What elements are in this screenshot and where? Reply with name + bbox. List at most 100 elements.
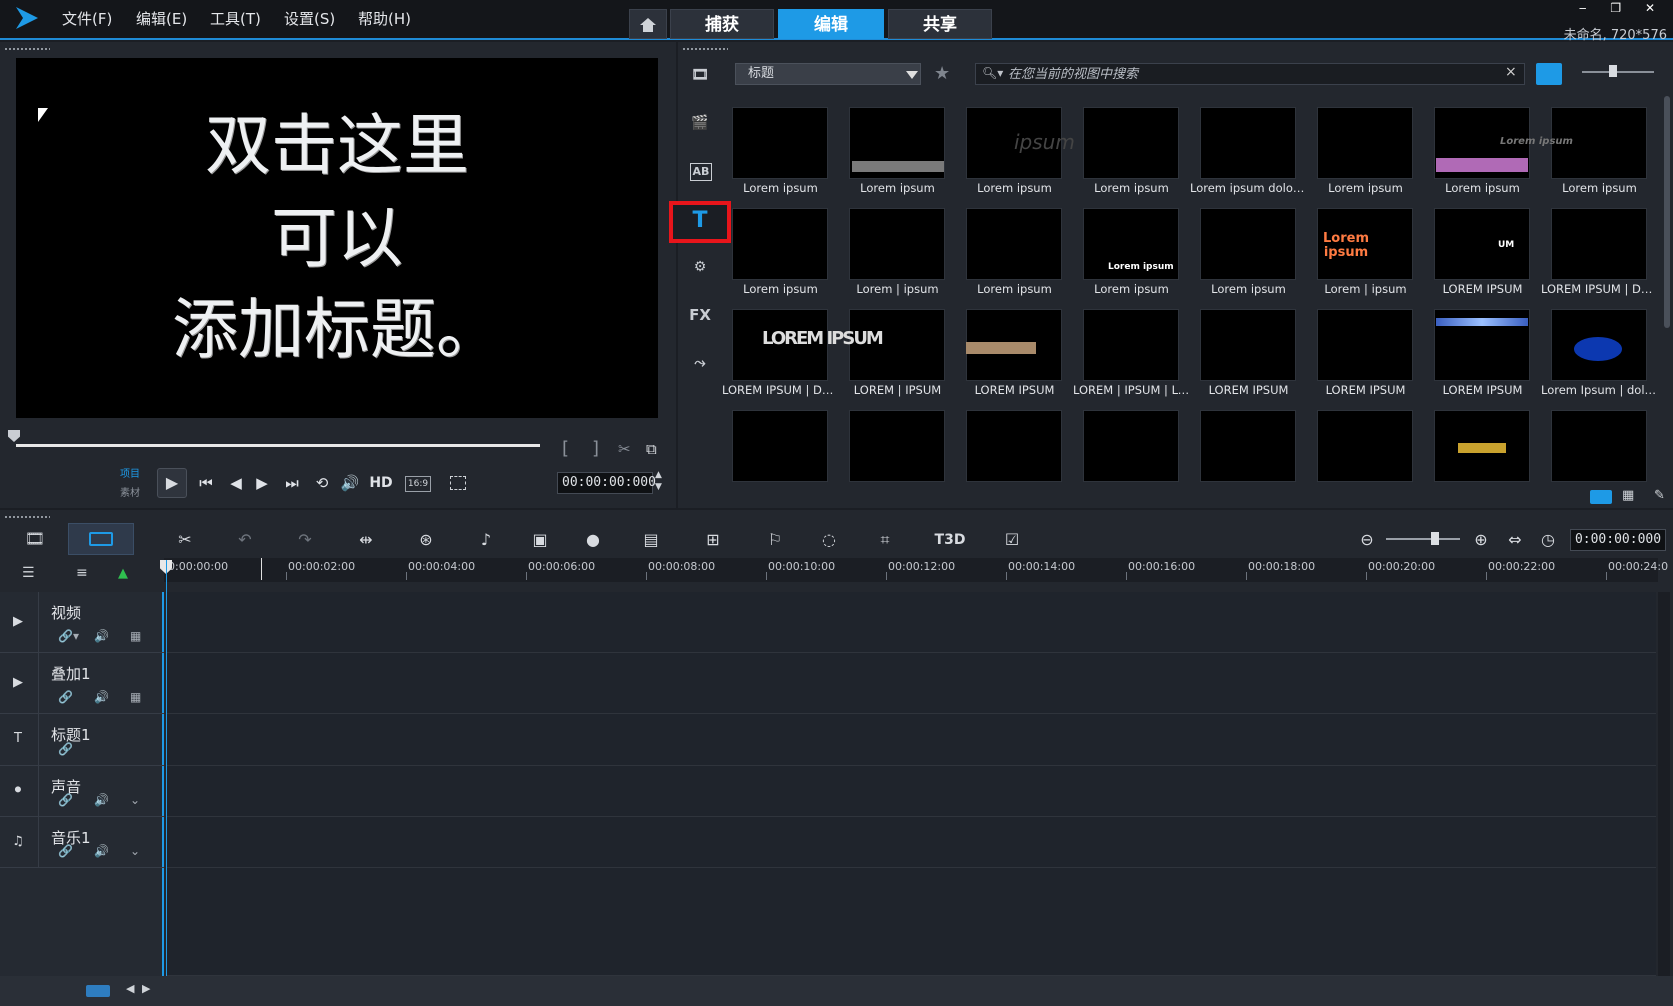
playhead-line[interactable] <box>166 560 167 976</box>
volume-icon[interactable]: 🔊 <box>94 793 109 807</box>
title-thumbnail[interactable] <box>1317 410 1413 482</box>
hd-button[interactable]: HD <box>366 472 396 494</box>
enlarge-preview-icon[interactable]: ⧉ <box>646 440 657 458</box>
menu-tools[interactable]: 工具(T) <box>210 8 261 29</box>
record-capture-button[interactable]: ⊛ <box>411 527 441 553</box>
link-icon[interactable]: 🔗 <box>58 690 73 704</box>
scroll-right-icon[interactable]: ▶ <box>142 982 150 995</box>
volume-icon[interactable]: 🔊 <box>94 629 109 643</box>
volume-icon[interactable]: 🔊 <box>94 690 109 704</box>
title-thumbnail[interactable] <box>966 410 1062 482</box>
title-thumbnail[interactable] <box>1317 309 1413 381</box>
grid-view-icon[interactable]: ▦ <box>1622 488 1634 503</box>
play-button[interactable]: ▶ <box>157 468 187 498</box>
title-thumbnail[interactable] <box>1200 208 1296 280</box>
timeline-view-button[interactable] <box>68 523 134 555</box>
thumbnail-size-knob[interactable] <box>1609 65 1617 77</box>
track-name[interactable]: 叠加1 <box>51 663 91 684</box>
aspect-ratio-button[interactable]: 16:9 <box>405 476 431 492</box>
track-name[interactable]: 视频 <box>51 602 81 623</box>
mute-toggle-icon[interactable]: ⌄ <box>130 844 140 858</box>
title-thumbnail[interactable] <box>732 107 828 179</box>
link-icon[interactable]: 🔗 <box>58 793 73 807</box>
timeline-grip[interactable] <box>4 515 50 519</box>
clear-search-icon[interactable]: × <box>1505 64 1517 80</box>
title-thumbnail[interactable] <box>1083 309 1179 381</box>
blend-button[interactable]: ● <box>578 527 608 553</box>
subtitle-button[interactable]: ▤ <box>636 527 666 553</box>
undo-button[interactable]: ↶ <box>230 527 260 553</box>
graphics-icon[interactable]: ⚙ <box>686 254 714 280</box>
link-icon[interactable]: 🔗 <box>58 742 73 756</box>
search-input[interactable] <box>1008 64 1498 84</box>
window-controls[interactable]: ‒ ❐ ✕ <box>1579 1 1665 15</box>
mute-toggle-icon[interactable]: ▦ <box>130 690 141 704</box>
project-mode-label[interactable]: 项目 <box>120 465 140 480</box>
tab-capture[interactable]: 捕获 <box>670 9 774 39</box>
storyboard-view-button[interactable]: 🎞 <box>18 526 52 552</box>
track-lane[interactable] <box>166 592 1656 653</box>
title-thumbnail[interactable] <box>1551 208 1647 280</box>
track-lane[interactable] <box>166 817 1656 868</box>
next-frame-button[interactable]: ▶ <box>250 472 274 494</box>
thumbnail-view-icon[interactable] <box>1590 490 1612 504</box>
edit-icon[interactable]: ✎ <box>1654 488 1665 503</box>
repeat-button[interactable]: ⟲ <box>310 472 334 494</box>
add-marker-icon[interactable]: ▲ <box>118 566 128 581</box>
library-grip[interactable] <box>682 47 728 51</box>
tab-share[interactable]: 共享 <box>888 9 992 39</box>
fit-timeline-icon[interactable]: ⇔ <box>1500 527 1530 553</box>
link-icon[interactable]: 🔗▾ <box>58 629 79 643</box>
volume-icon[interactable]: 🔊 <box>94 844 109 858</box>
track-lane[interactable] <box>166 714 1656 766</box>
multi-camera-button[interactable]: ▣ <box>525 527 555 553</box>
sound-mixer-button[interactable]: ♪ <box>471 527 501 553</box>
safe-area-icon[interactable] <box>450 476 466 490</box>
split-screen-button[interactable]: ⊞ <box>698 527 728 553</box>
title-thumbnail[interactable] <box>1200 107 1296 179</box>
fit-project-button[interactable]: ⇹ <box>351 527 381 553</box>
transition-icon[interactable]: AB <box>690 163 712 181</box>
timecode-down-icon[interactable]: ▼ <box>655 482 662 492</box>
title-thumbnail[interactable] <box>732 410 828 482</box>
home-tab[interactable] <box>629 9 667 39</box>
zoom-slider[interactable] <box>1386 538 1460 540</box>
title-thumbnail[interactable] <box>1083 410 1179 482</box>
zoom-out-icon[interactable]: ⊖ <box>1352 527 1382 553</box>
title-thumbnail[interactable] <box>966 208 1062 280</box>
title-thumbnail[interactable] <box>1434 208 1530 280</box>
timecode-up-icon[interactable]: ▲ <box>655 470 662 480</box>
auto-scroll-icon[interactable] <box>86 985 110 997</box>
timeline-timecode[interactable]: 0:00:00:000 <box>1570 529 1666 551</box>
menu-file[interactable]: 文件(F) <box>62 8 112 29</box>
go-end-button[interactable]: ⏭ <box>280 472 304 494</box>
menu-help[interactable]: 帮助(H) <box>358 8 411 29</box>
title-thumbnail[interactable] <box>849 208 945 280</box>
menu-edit[interactable]: 编辑(E) <box>136 8 187 29</box>
title-thumbnail[interactable] <box>1083 107 1179 179</box>
title-thumbnail[interactable] <box>1200 309 1296 381</box>
zoom-knob[interactable] <box>1431 532 1439 545</box>
title-thumbnail[interactable] <box>1200 410 1296 482</box>
library-scrollbar[interactable] <box>1664 96 1670 328</box>
title-thumbnail[interactable] <box>1551 410 1647 482</box>
zoom-in-icon[interactable]: ⊕ <box>1466 527 1496 553</box>
title-thumbnail[interactable] <box>849 410 945 482</box>
motion-tracking-button[interactable]: ⚐ <box>760 527 790 553</box>
preview-grip[interactable] <box>4 47 50 51</box>
link-icon[interactable]: 🔗 <box>58 844 73 858</box>
redo-button[interactable]: ↷ <box>290 527 320 553</box>
scrub-bar[interactable] <box>16 444 540 447</box>
mute-toggle-icon[interactable]: ⌄ <box>130 793 140 807</box>
media-icon[interactable]: 🎞 <box>686 62 714 88</box>
search-icon[interactable]: 🔍︎▾ <box>982 66 1003 80</box>
mask-creator-button[interactable]: ◌ <box>814 527 844 553</box>
title-thumbnail[interactable] <box>1317 107 1413 179</box>
instant-project-icon[interactable]: 🎬 <box>686 110 714 136</box>
thumbnail-size-slider[interactable] <box>1582 71 1654 73</box>
path-motion-icon[interactable]: ⤳ <box>686 350 714 376</box>
menu-settings[interactable]: 设置(S) <box>284 8 335 29</box>
smart-proxy-button[interactable]: ☑ <box>997 527 1027 553</box>
fx-filter-icon[interactable]: FX <box>686 302 714 328</box>
go-start-button[interactable]: ⏮ <box>194 472 218 494</box>
